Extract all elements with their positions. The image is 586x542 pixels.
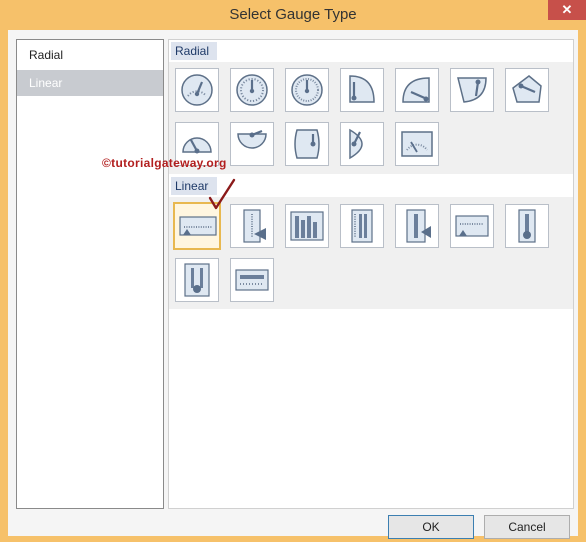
radial-gauge-6-tile[interactable] <box>450 68 494 112</box>
linear-gauge-5-tile[interactable] <box>395 204 439 248</box>
linear-gauge-9-icon <box>235 269 269 291</box>
radial-gauge-4-tile[interactable] <box>340 68 384 112</box>
checkmark-annotation-icon <box>208 178 236 210</box>
radial-gauge-7-tile[interactable] <box>505 68 549 112</box>
window-frame-left <box>0 30 8 542</box>
gauge-category-list: Radial Linear <box>16 39 164 509</box>
radial-gauge-12-tile[interactable] <box>395 122 439 166</box>
window-frame-right <box>578 30 586 542</box>
cancel-button[interactable]: Cancel <box>484 515 570 539</box>
linear-gauge-8-icon <box>184 263 210 297</box>
title-bar: Select Gauge Type ✕ <box>0 0 586 30</box>
radial-gauge-1-tile[interactable] <box>175 68 219 112</box>
radial-gauge-7-icon <box>512 75 542 103</box>
radial-gauge-5-tile[interactable] <box>395 68 439 112</box>
radial-gauge-11-icon <box>349 128 363 160</box>
radial-gauge-9-tile[interactable] <box>230 122 274 166</box>
ok-button[interactable]: OK <box>388 515 474 539</box>
linear-gauge-7-tile[interactable] <box>505 204 549 248</box>
linear-gauge-2-icon <box>243 209 266 243</box>
radial-gauge-12-icon <box>401 131 433 157</box>
radial-gauge-11-tile[interactable] <box>340 122 384 166</box>
radial-gauge-9-icon <box>237 129 267 149</box>
linear-gauge-3-tile[interactable] <box>285 204 329 248</box>
linear-gauge-6-icon <box>455 215 489 237</box>
linear-gauge-9-tile[interactable] <box>230 258 274 302</box>
gauge-gallery: Radial Linear <box>168 39 574 509</box>
radial-gauge-3-icon <box>291 74 323 106</box>
radial-gauge-1-icon <box>181 74 213 106</box>
linear-gauge-7-icon <box>518 209 536 243</box>
radial-gauge-5-icon <box>402 77 430 103</box>
radial-gauge-2-icon <box>236 74 268 106</box>
radial-gauge-4-icon <box>349 75 375 103</box>
section-header-radial: Radial <box>171 42 217 60</box>
radial-gauge-6-icon <box>457 77 487 103</box>
linear-gauge-8-tile[interactable] <box>175 258 219 302</box>
radial-gauge-10-icon <box>294 129 320 159</box>
radial-gauge-2-tile[interactable] <box>230 68 274 112</box>
watermark-text: ©tutorialgateway.org <box>102 156 227 170</box>
sidebar-item-radial[interactable]: Radial <box>17 42 163 68</box>
linear-gauge-3-icon <box>290 211 324 241</box>
radial-gauge-3-tile[interactable] <box>285 68 329 112</box>
linear-gauge-6-tile[interactable] <box>450 204 494 248</box>
window-title: Select Gauge Type <box>229 6 357 23</box>
radial-gauge-10-tile[interactable] <box>285 122 329 166</box>
linear-gauge-4-icon <box>351 209 373 243</box>
linear-gauge-5-icon <box>406 209 431 243</box>
linear-gauge-4-tile[interactable] <box>340 204 384 248</box>
close-button[interactable]: ✕ <box>548 0 586 20</box>
sidebar-item-linear[interactable]: Linear <box>17 70 163 96</box>
